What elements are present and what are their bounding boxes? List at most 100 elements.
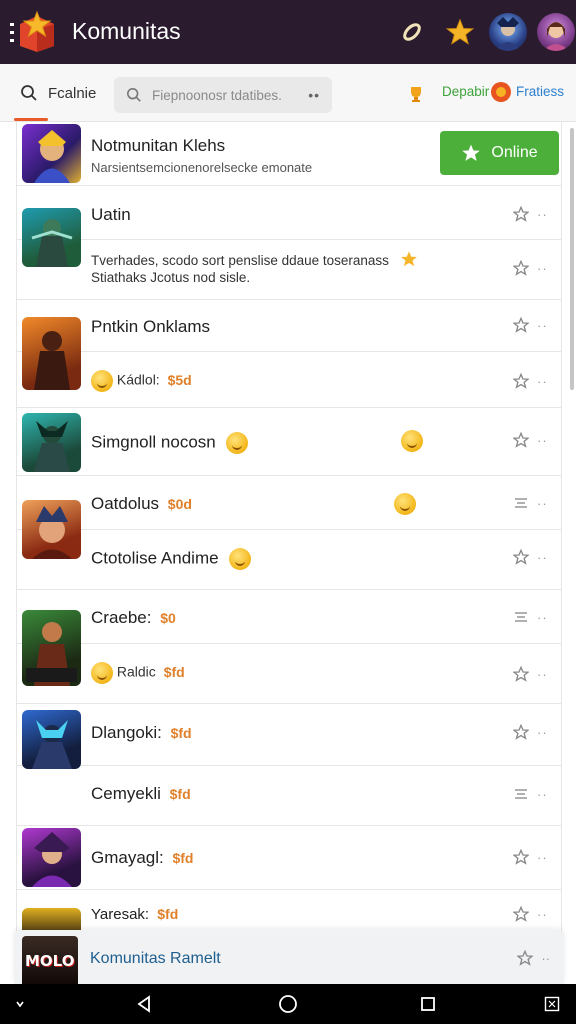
more-dots-icon[interactable]: ·· bbox=[537, 550, 548, 565]
community-thumbnail bbox=[22, 124, 81, 183]
paperclip-icon[interactable] bbox=[394, 14, 430, 50]
search-placeholder: Fiepnoonosr tdatibes. bbox=[152, 87, 282, 103]
more-dots-icon[interactable]: ·· bbox=[541, 951, 550, 966]
search-icon bbox=[21, 85, 37, 101]
row-actions: ·· bbox=[513, 724, 553, 740]
app-title: Komunitas bbox=[72, 18, 181, 44]
filter-link-1[interactable]: Depabir bbox=[442, 84, 489, 99]
list-item[interactable]: Pntkin Onklams ·· bbox=[17, 300, 561, 352]
title-text: Yaresak: bbox=[91, 906, 150, 923]
star-outline-icon[interactable] bbox=[513, 373, 529, 389]
avatar[interactable] bbox=[489, 13, 527, 51]
star-icon[interactable] bbox=[442, 14, 478, 50]
more-dots-icon[interactable]: ·· bbox=[537, 374, 548, 389]
tab-search[interactable]: Fcalnie bbox=[12, 64, 104, 122]
filter-bar: Fcalnie Fiepnoonosr tdatibes. •• Depabir… bbox=[0, 64, 576, 122]
bottom-card-title: Komunitas Ramelt bbox=[90, 950, 221, 967]
star-icon bbox=[462, 144, 481, 161]
more-dots-icon[interactable]: ·· bbox=[537, 610, 548, 625]
row-actions: ·· bbox=[513, 906, 553, 922]
list-item[interactable]: Simgnoll nocosn ·· bbox=[17, 408, 561, 476]
row-actions: ·· bbox=[513, 260, 553, 276]
star-box-logo bbox=[20, 10, 54, 52]
smiley-icon bbox=[394, 493, 416, 515]
home-icon[interactable] bbox=[276, 992, 300, 1016]
star-outline-icon[interactable] bbox=[513, 849, 529, 865]
list-item-title: Uatin bbox=[91, 205, 131, 224]
search-icon bbox=[126, 87, 141, 102]
row-actions: ·· bbox=[517, 950, 550, 966]
list-item[interactable]: Dlangoki: $fd ·· bbox=[17, 704, 561, 769]
more-dots-icon[interactable]: ·· bbox=[537, 261, 548, 276]
more-dots-icon[interactable]: ·· bbox=[537, 433, 548, 448]
row-actions: ·· bbox=[513, 495, 553, 511]
back-icon[interactable] bbox=[132, 992, 156, 1016]
more-dots-icon[interactable]: ·· bbox=[537, 850, 548, 865]
more-dots-icon[interactable]: •• bbox=[308, 87, 332, 103]
scrollbar[interactable] bbox=[570, 128, 574, 390]
row-actions: ·· bbox=[513, 317, 553, 333]
list-item[interactable]: Craebe: $0 ·· bbox=[17, 590, 561, 644]
smiley-icon bbox=[401, 430, 423, 452]
price-label: $fd bbox=[170, 725, 192, 741]
profile-avatar[interactable] bbox=[537, 13, 575, 51]
more-dots-icon[interactable]: ·· bbox=[537, 725, 548, 740]
keyboard-icon[interactable] bbox=[540, 992, 564, 1016]
smiley-icon bbox=[91, 662, 113, 684]
list-item[interactable]: Cemyekli $fd ·· bbox=[17, 766, 561, 826]
subtitle-text: Raldic bbox=[116, 663, 156, 680]
more-dots-icon[interactable]: ·· bbox=[537, 318, 548, 333]
list-item[interactable]: Gmayagl: $fd ·· bbox=[17, 826, 561, 890]
filter-lines-icon[interactable] bbox=[513, 609, 529, 625]
recents-icon[interactable] bbox=[416, 992, 440, 1016]
price-label: $0d bbox=[167, 496, 192, 512]
list-item[interactable]: Notmunitan Klehs Narsientsemcionenorelse… bbox=[17, 122, 561, 186]
list-item-title: Pntkin Onklams bbox=[91, 317, 211, 336]
filter-lines-icon[interactable] bbox=[513, 786, 529, 802]
list-item[interactable]: Tverhades, scodo sort penslise ddaue tos… bbox=[17, 240, 561, 300]
list-item-title: Cemyekli $fd bbox=[91, 784, 191, 804]
search-input[interactable]: Fiepnoonosr tdatibes. •• bbox=[114, 77, 332, 113]
row-actions: ·· bbox=[513, 373, 553, 389]
subtitle-text: Kádlol: bbox=[116, 371, 160, 388]
list-item[interactable]: Uatin ·· bbox=[17, 186, 561, 240]
list-item-title: Craebe: $0 bbox=[91, 608, 176, 628]
row-actions: ·· bbox=[513, 666, 553, 682]
community-thumbnail: MOLO bbox=[22, 936, 78, 984]
title-text: Cemyekli bbox=[91, 784, 161, 803]
more-dots-icon[interactable]: ·· bbox=[537, 907, 548, 922]
star-outline-icon[interactable] bbox=[517, 950, 534, 966]
badge-text: MOLO bbox=[25, 952, 75, 970]
star-outline-icon[interactable] bbox=[513, 906, 529, 922]
star-outline-icon[interactable] bbox=[513, 549, 529, 565]
community-list: Notmunitan Klehs Narsientsemcionenorelse… bbox=[16, 122, 562, 984]
star-outline-icon[interactable] bbox=[513, 724, 529, 740]
list-item[interactable]: Oatdolus $0d ·· bbox=[17, 476, 561, 530]
star-outline-icon[interactable] bbox=[513, 666, 529, 682]
list-item[interactable]: Raldic $fd ·· bbox=[17, 644, 561, 704]
list-item-title: Oatdolus $0d bbox=[91, 494, 192, 514]
list-item[interactable]: Ctotolise Andime ·· bbox=[17, 530, 561, 590]
title-text: Ctotolise Andime bbox=[91, 548, 219, 568]
bottom-card[interactable]: MOLO Komunitas Ramelt ·· bbox=[14, 930, 564, 984]
menu-icon[interactable] bbox=[0, 0, 14, 64]
more-dots-icon[interactable]: ·· bbox=[537, 496, 548, 511]
more-dots-icon[interactable]: ·· bbox=[537, 787, 548, 802]
more-dots-icon[interactable]: ·· bbox=[537, 667, 548, 682]
more-dots-icon[interactable]: ·· bbox=[537, 207, 548, 222]
app-root: Komunitas Fcalnie Fiepnoonosr tdatibes. … bbox=[0, 0, 576, 1024]
row-actions: ·· bbox=[513, 849, 553, 865]
filter-link-2[interactable]: Fratiess bbox=[516, 84, 564, 99]
online-button[interactable]: Online bbox=[440, 131, 559, 175]
star-outline-icon[interactable] bbox=[513, 432, 529, 448]
tab-label: Fcalnie bbox=[48, 84, 97, 102]
list-item[interactable]: Kádlol: $5d ·· bbox=[17, 352, 561, 408]
active-tab-indicator bbox=[14, 118, 48, 121]
badge-icon bbox=[491, 82, 511, 102]
star-outline-icon[interactable] bbox=[513, 260, 529, 276]
star-outline-icon[interactable] bbox=[513, 317, 529, 333]
chevron-down-icon[interactable] bbox=[8, 992, 32, 1016]
community-thumbnail bbox=[22, 710, 81, 769]
filter-lines-icon[interactable] bbox=[513, 495, 529, 511]
star-outline-icon[interactable] bbox=[513, 206, 529, 222]
